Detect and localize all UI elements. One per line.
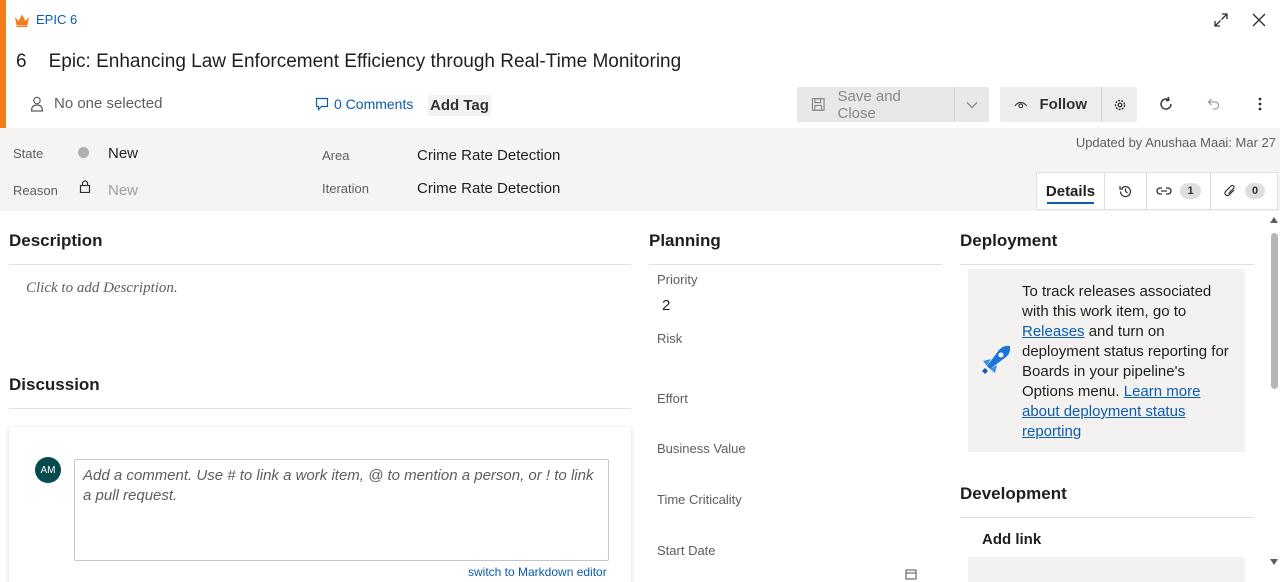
follow-label: Follow <box>1039 96 1088 113</box>
crown-icon <box>15 14 29 27</box>
planning-title: Planning <box>649 231 721 250</box>
save-and-close-button[interactable]: Save and Close <box>797 87 955 122</box>
add-tag-button[interactable]: Add Tag <box>428 95 491 116</box>
undo-icon[interactable] <box>1202 93 1224 115</box>
releases-link[interactable]: Releases <box>1022 323 1085 340</box>
development-panel <box>968 557 1245 582</box>
window-controls <box>1210 9 1270 31</box>
priority-field[interactable]: 2 <box>662 297 670 314</box>
avatar: AM <box>35 457 61 483</box>
epic-color-bar <box>0 0 6 128</box>
discussion-title: Discussion <box>9 375 100 394</box>
scroll-up-icon[interactable] <box>1270 217 1278 223</box>
gear-icon[interactable] <box>1102 87 1137 122</box>
work-item-title[interactable]: Epic: Enhancing Law Enforcement Efficien… <box>49 51 682 73</box>
person-icon <box>30 96 44 112</box>
tab-details-label: Details <box>1045 182 1096 200</box>
divider <box>9 408 631 409</box>
tab-history[interactable] <box>1105 173 1147 209</box>
deployment-text-1: To track releases associated with this w… <box>1022 283 1212 320</box>
save-icon <box>811 98 825 111</box>
iteration-label: Iteration <box>322 181 369 196</box>
development-title: Development <box>960 484 1067 503</box>
tab-attachments[interactable]: 0 <box>1211 173 1277 209</box>
work-item-id: 6 <box>16 51 27 72</box>
comment-icon <box>315 97 329 111</box>
tab-links[interactable]: 1 <box>1147 173 1211 209</box>
priority-label: Priority <box>657 272 698 287</box>
attachments-count: 0 <box>1244 183 1266 199</box>
time-criticality-label: Time Criticality <box>657 492 742 507</box>
updated-by[interactable]: Updated by Anushaa Maai: Mar 27 <box>1076 135 1276 150</box>
links-count: 1 <box>1180 183 1201 199</box>
comments-link[interactable]: 0 Comments <box>315 96 413 112</box>
refresh-icon[interactable] <box>1155 93 1177 115</box>
eye-icon <box>1014 101 1028 108</box>
start-date-label: Start Date <box>657 543 716 558</box>
reason-label: Reason <box>13 183 58 198</box>
save-label: Save and Close <box>837 87 901 122</box>
scroll-down-icon[interactable] <box>1270 559 1278 565</box>
history-icon <box>1119 185 1132 197</box>
close-icon[interactable] <box>1248 9 1270 31</box>
link-icon <box>1156 187 1173 195</box>
area-value[interactable]: Crime Rate Detection <box>417 147 560 164</box>
save-group: Save and Close <box>797 87 989 122</box>
description-editor[interactable]: Click to add Description. <box>26 280 178 297</box>
area-label: Area <box>322 148 350 163</box>
business-value-label: Business Value <box>657 441 746 456</box>
assignee-picker[interactable]: No one selected <box>30 95 162 112</box>
follow-button[interactable]: Follow <box>1000 87 1102 122</box>
deployment-title: Deployment <box>960 231 1058 250</box>
form-tabs: Details 1 0 <box>1036 172 1278 210</box>
calendar-icon[interactable] <box>905 568 917 580</box>
attachment-icon <box>1224 184 1235 196</box>
scroll-thumb[interactable] <box>1271 233 1278 389</box>
scrollbar[interactable] <box>1268 215 1280 570</box>
expand-icon[interactable] <box>1210 9 1232 31</box>
state-value[interactable]: New <box>108 145 138 162</box>
pipelines-icon <box>982 345 1011 374</box>
comment-input[interactable]: Add a comment. Use # to link a work item… <box>74 459 609 561</box>
chevron-down-icon[interactable] <box>955 87 989 122</box>
breadcrumb: EPIC 6 <box>14 12 77 27</box>
description-title: Description <box>9 231 103 250</box>
divider <box>649 264 942 265</box>
lock-icon <box>79 180 91 193</box>
work-item-form: EPIC 6 6 Epic: Enhancing Law Enforcement… <box>0 0 1280 582</box>
divider <box>960 517 1254 518</box>
iteration-value[interactable]: Crime Rate Detection <box>417 180 560 197</box>
reason-value: New <box>108 182 139 199</box>
effort-label: Effort <box>657 391 688 406</box>
divider <box>960 264 1254 265</box>
more-actions-icon[interactable] <box>1249 93 1271 115</box>
follow-group: Follow <box>1000 87 1137 122</box>
title-row: 6 Epic: Enhancing Law Enforcement Effici… <box>16 51 681 73</box>
tab-details[interactable]: Details <box>1037 173 1105 209</box>
markdown-editor-link[interactable]: switch to Markdown editor <box>468 565 607 579</box>
risk-label: Risk <box>657 331 683 346</box>
divider <box>9 264 631 265</box>
assignee-label: No one selected <box>54 95 163 112</box>
work-item-type-label: EPIC 6 <box>36 12 78 27</box>
add-link-button[interactable]: Add link <box>982 531 1041 548</box>
comments-count: 0 Comments <box>334 96 414 112</box>
state-indicator <box>78 147 89 158</box>
deployment-info: To track releases associated with this w… <box>1022 282 1232 442</box>
state-label: State <box>13 146 44 161</box>
